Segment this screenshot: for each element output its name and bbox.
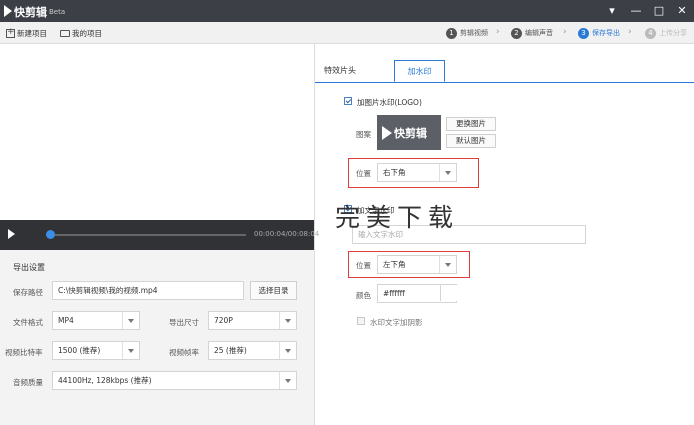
new-project-button[interactable]: 新建项目 — [6, 27, 47, 39]
export-size-label: 导出尺寸 — [169, 318, 199, 327]
bitrate-select[interactable]: 1500 (推荐) — [52, 341, 140, 360]
audio-quality-value: 44100Hz, 128kbps (推荐) — [58, 376, 152, 385]
tab-intro-effects[interactable]: 特效片头 — [315, 60, 365, 82]
step-save-export[interactable]: 3 保存导出 — [578, 26, 620, 40]
plus-icon — [6, 27, 15, 38]
chevron-down-icon — [279, 372, 296, 389]
save-path-label: 保存路径 — [13, 288, 43, 297]
logo-text: 快剪辑 — [394, 127, 427, 140]
close-button[interactable]: ✕ — [674, 3, 690, 19]
tab-label: 特效片头 — [324, 66, 356, 75]
toolbar: 新建项目 我的项目 1 剪辑视频 › 2 编辑声音 › 3 保存导出 › 4 上… — [0, 22, 694, 44]
export-settings-panel: 导出设置 保存路径 C:\快剪辑视频\我的视频.mp4 选择目录 文件格式 MP… — [0, 250, 314, 425]
default-image-button[interactable]: 默认图片 — [446, 134, 496, 148]
beta-badge: Beta — [49, 8, 66, 16]
chevron-right-icon: › — [496, 27, 500, 37]
seek-bar[interactable] — [46, 234, 246, 236]
chevron-down-icon — [279, 342, 296, 359]
save-path-field[interactable]: C:\快剪辑视频\我的视频.mp4 — [52, 281, 244, 300]
file-format-label: 文件格式 — [13, 318, 43, 327]
folder-icon — [60, 29, 70, 37]
image-watermark-label: 加图片水印(LOGO) — [357, 98, 422, 107]
step-label: 保存导出 — [592, 29, 620, 37]
step-label: 剪辑视频 — [460, 29, 488, 37]
image-watermark-checkbox[interactable] — [344, 97, 352, 105]
bitrate-label: 视频比特率 — [5, 348, 43, 357]
step-number: 4 — [645, 27, 656, 39]
step-number: 3 — [578, 27, 589, 39]
image-position-label: 位置 — [356, 169, 371, 178]
my-projects-button[interactable]: 我的项目 — [60, 27, 102, 39]
step-edit-video[interactable]: 1 剪辑视频 — [446, 26, 488, 40]
overlay-watermark-text: 完美下载 — [335, 203, 460, 232]
choose-directory-button[interactable]: 选择目录 — [250, 281, 297, 300]
bitrate-value: 1500 (推荐) — [58, 346, 101, 355]
tab-watermark[interactable]: 加水印 — [394, 60, 445, 82]
step-number: 2 — [511, 27, 522, 39]
title-bar: 快剪辑 Beta ▾ — □ ✕ — [0, 0, 694, 22]
export-settings-heading: 导出设置 — [13, 263, 45, 272]
text-shadow-label: 水印文字加阴影 — [370, 318, 423, 327]
chevron-down-icon — [122, 342, 139, 359]
framerate-label: 视频帧率 — [169, 348, 199, 357]
panel-divider — [314, 44, 315, 425]
maximize-button[interactable]: □ — [651, 3, 667, 19]
file-format-value: MP4 — [58, 316, 74, 325]
framerate-value: 25 (推荐) — [214, 346, 247, 355]
text-shadow-checkbox[interactable] — [357, 317, 365, 325]
minimize-button[interactable]: — — [628, 3, 644, 19]
chevron-right-icon: › — [563, 27, 567, 37]
new-project-label: 新建项目 — [17, 28, 47, 38]
step-edit-audio[interactable]: 2 编辑声音 — [511, 26, 553, 40]
chevron-down-icon — [122, 312, 139, 329]
play-icon[interactable] — [8, 229, 15, 239]
logo-preview: 快剪辑 — [377, 115, 441, 150]
text-position-select[interactable]: 左下角 — [377, 255, 457, 274]
file-format-select[interactable]: MP4 — [52, 311, 140, 330]
image-position-value: 右下角 — [383, 168, 406, 177]
framerate-select[interactable]: 25 (推荐) — [208, 341, 297, 360]
step-label: 上传分享 — [659, 29, 687, 37]
audio-quality-select[interactable]: 44100Hz, 128kbps (推荐) — [52, 371, 297, 390]
step-label: 编辑声音 — [525, 29, 553, 37]
color-swatch[interactable] — [440, 285, 457, 301]
logo-arrow-icon — [382, 126, 392, 140]
image-position-select[interactable]: 右下角 — [377, 163, 457, 182]
step-number: 1 — [446, 27, 457, 39]
menu-dropdown-icon[interactable]: ▾ — [604, 3, 620, 19]
my-projects-label: 我的项目 — [72, 28, 102, 38]
color-label: 颜色 — [356, 291, 371, 300]
chevron-right-icon: › — [628, 27, 632, 37]
seek-handle[interactable] — [45, 230, 55, 239]
export-size-select[interactable]: 720P — [208, 311, 297, 330]
time-display: 00:00:04/00:08:04 — [254, 230, 320, 238]
chevron-down-icon — [439, 256, 456, 273]
text-position-value: 左下角 — [383, 260, 406, 269]
export-size-value: 720P — [214, 316, 233, 325]
player-controls: 00:00:04/00:08:04 — [0, 220, 319, 250]
tab-bar: 特效片头 加水印 — [315, 44, 694, 84]
app-title: 快剪辑 — [14, 6, 47, 19]
audio-quality-label: 音频质量 — [13, 378, 43, 387]
text-position-label: 位置 — [356, 261, 371, 270]
tab-underline — [315, 82, 694, 83]
step-upload-share[interactable]: 4 上传分享 — [645, 26, 687, 40]
image-pattern-label: 图案 — [356, 130, 371, 139]
video-preview — [0, 44, 314, 220]
tab-label: 加水印 — [407, 67, 432, 76]
chevron-down-icon — [439, 164, 456, 181]
app-logo-icon — [4, 5, 12, 17]
replace-image-button[interactable]: 更换图片 — [446, 117, 496, 131]
chevron-down-icon — [279, 312, 296, 329]
